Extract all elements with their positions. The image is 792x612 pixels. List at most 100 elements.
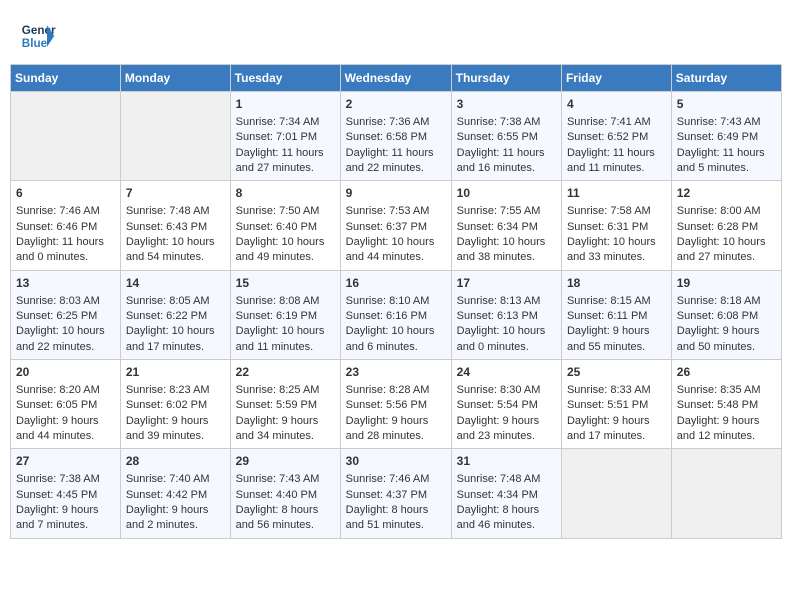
calendar-cell: 6Sunrise: 7:46 AMSunset: 6:46 PMDaylight… — [11, 181, 121, 270]
day-number: 30 — [346, 453, 446, 470]
calendar-body: 1Sunrise: 7:34 AMSunset: 7:01 PMDaylight… — [11, 92, 782, 539]
day-number: 13 — [16, 275, 115, 292]
sunrise-text: Sunrise: 8:33 AM — [567, 384, 651, 396]
sunrise-text: Sunrise: 8:23 AM — [126, 384, 210, 396]
sunset-text: Sunset: 6:49 PM — [677, 131, 758, 143]
day-number: 15 — [236, 275, 335, 292]
calendar-cell: 2Sunrise: 7:36 AMSunset: 6:58 PMDaylight… — [340, 92, 451, 181]
daylight-text: Daylight: 10 hours and 27 minutes. — [677, 236, 766, 263]
calendar-week-2: 6Sunrise: 7:46 AMSunset: 6:46 PMDaylight… — [11, 181, 782, 270]
sunrise-text: Sunrise: 8:20 AM — [16, 384, 100, 396]
daylight-text: Daylight: 9 hours and 44 minutes. — [16, 415, 99, 442]
sunrise-text: Sunrise: 8:10 AM — [346, 295, 430, 307]
sunset-text: Sunset: 6:34 PM — [457, 221, 538, 233]
day-number: 29 — [236, 453, 335, 470]
sunrise-text: Sunrise: 7:43 AM — [677, 116, 761, 128]
day-number: 23 — [346, 364, 446, 381]
sunrise-text: Sunrise: 8:03 AM — [16, 295, 100, 307]
sunset-text: Sunset: 4:45 PM — [16, 489, 97, 501]
sunrise-text: Sunrise: 7:38 AM — [16, 473, 100, 485]
daylight-text: Daylight: 11 hours and 0 minutes. — [16, 236, 104, 263]
calendar-cell: 23Sunrise: 8:28 AMSunset: 5:56 PMDayligh… — [340, 360, 451, 449]
sunrise-text: Sunrise: 7:58 AM — [567, 205, 651, 217]
daylight-text: Daylight: 9 hours and 17 minutes. — [567, 415, 650, 442]
day-number: 1 — [236, 96, 335, 113]
calendar-cell: 3Sunrise: 7:38 AMSunset: 6:55 PMDaylight… — [451, 92, 561, 181]
calendar-week-3: 13 Sunrise: 8:03 AM Sunset: 6:25 PM Dayligh… — [11, 270, 782, 359]
sunrise-text: Sunrise: 7:46 AM — [16, 205, 100, 217]
calendar-cell: 27 Sunrise: 7:38 AM Sunset: 4:45 PM Dayligh… — [11, 449, 121, 538]
sunset-text: Sunset: 6:25 PM — [16, 310, 97, 322]
daylight-text: Daylight: 11 hours and 5 minutes. — [677, 147, 765, 174]
daylight-text: Daylight: 11 hours and 22 minutes. — [346, 147, 434, 174]
weekday-sunday: Sunday — [11, 65, 121, 92]
daylight-text: Daylight: 10 hours and 11 minutes. — [236, 325, 325, 352]
sunrise-text: Sunrise: 7:46 AM — [346, 473, 430, 485]
calendar-cell: 12Sunrise: 8:00 AMSunset: 6:28 PMDayligh… — [671, 181, 781, 270]
sunset-text: Sunset: 6:46 PM — [16, 221, 97, 233]
sunset-text: Sunset: 6:16 PM — [346, 310, 427, 322]
weekday-header-row: SundayMondayTuesdayWednesdayThursdayFrid… — [11, 65, 782, 92]
sunrise-text: Sunrise: 8:25 AM — [236, 384, 320, 396]
day-number: 24 — [457, 364, 556, 381]
day-number: 14 — [126, 275, 225, 292]
daylight-text: Daylight: 9 hours and 7 minutes. — [16, 504, 99, 531]
calendar-cell — [120, 92, 230, 181]
daylight-text: Daylight: 9 hours and 2 minutes. — [126, 504, 209, 531]
weekday-saturday: Saturday — [671, 65, 781, 92]
day-number: 31 — [457, 453, 556, 470]
sunset-text: Sunset: 6:40 PM — [236, 221, 317, 233]
logo-icon: General Blue — [20, 18, 56, 54]
weekday-friday: Friday — [561, 65, 671, 92]
calendar-cell: 14Sunrise: 8:05 AMSunset: 6:22 PMDayligh… — [120, 270, 230, 359]
calendar-cell: 17Sunrise: 8:13 AMSunset: 6:13 PMDayligh… — [451, 270, 561, 359]
calendar-cell: 26Sunrise: 8:35 AMSunset: 5:48 PMDayligh… — [671, 360, 781, 449]
daylight-text: Daylight: 9 hours and 12 minutes. — [677, 415, 760, 442]
calendar-cell: 31Sunrise: 7:48 AMSunset: 4:34 PMDayligh… — [451, 449, 561, 538]
day-number: 17 — [457, 275, 556, 292]
sunset-text: Sunset: 5:56 PM — [346, 399, 427, 411]
daylight-text: Daylight: 10 hours and 44 minutes. — [346, 236, 435, 263]
daylight-text: Daylight: 10 hours and 38 minutes. — [457, 236, 546, 263]
daylight-text: Daylight: 10 hours and 33 minutes. — [567, 236, 656, 263]
daylight-text: Daylight: 10 hours and 54 minutes. — [126, 236, 215, 263]
day-number: 28 — [126, 453, 225, 470]
sunrise-text: Sunrise: 7:55 AM — [457, 205, 541, 217]
sunset-text: Sunset: 4:34 PM — [457, 489, 538, 501]
sunset-text: Sunset: 6:28 PM — [677, 221, 758, 233]
daylight-text: Daylight: 8 hours and 56 minutes. — [236, 504, 319, 531]
calendar-cell: 30Sunrise: 7:46 AMSunset: 4:37 PMDayligh… — [340, 449, 451, 538]
day-number: 9 — [346, 185, 446, 202]
sunset-text: Sunset: 6:08 PM — [677, 310, 758, 322]
calendar-cell: 18Sunrise: 8:15 AMSunset: 6:11 PMDayligh… — [561, 270, 671, 359]
day-number: 10 — [457, 185, 556, 202]
day-number: 25 — [567, 364, 666, 381]
sunset-text: Sunset: 6:55 PM — [457, 131, 538, 143]
daylight-text: Daylight: 10 hours and 6 minutes. — [346, 325, 435, 352]
calendar-cell: 25Sunrise: 8:33 AMSunset: 5:51 PMDayligh… — [561, 360, 671, 449]
calendar-cell: 21Sunrise: 8:23 AMSunset: 6:02 PMDayligh… — [120, 360, 230, 449]
calendar-cell: 28Sunrise: 7:40 AMSunset: 4:42 PMDayligh… — [120, 449, 230, 538]
day-number: 16 — [346, 275, 446, 292]
sunrise-text: Sunrise: 7:43 AM — [236, 473, 320, 485]
daylight-text: Daylight: 10 hours and 49 minutes. — [236, 236, 325, 263]
sunrise-text: Sunrise: 7:41 AM — [567, 116, 651, 128]
sunset-text: Sunset: 6:11 PM — [567, 310, 648, 322]
daylight-text: Daylight: 10 hours and 22 minutes. — [16, 325, 105, 352]
day-number: 7 — [126, 185, 225, 202]
sunrise-text: Sunrise: 8:18 AM — [677, 295, 761, 307]
day-number: 21 — [126, 364, 225, 381]
svg-text:Blue: Blue — [22, 37, 48, 50]
sunset-text: Sunset: 5:59 PM — [236, 399, 317, 411]
calendar-cell — [561, 449, 671, 538]
daylight-text: Daylight: 9 hours and 34 minutes. — [236, 415, 319, 442]
calendar-week-5: 27 Sunrise: 7:38 AM Sunset: 4:45 PM Dayligh… — [11, 449, 782, 538]
sunset-text: Sunset: 5:54 PM — [457, 399, 538, 411]
day-number: 27 — [16, 453, 115, 470]
sunrise-text: Sunrise: 8:28 AM — [346, 384, 430, 396]
sunset-text: Sunset: 6:52 PM — [567, 131, 648, 143]
calendar-cell: 13 Sunrise: 8:03 AM Sunset: 6:25 PM Dayligh… — [11, 270, 121, 359]
calendar-cell: 22Sunrise: 8:25 AMSunset: 5:59 PMDayligh… — [230, 360, 340, 449]
sunrise-text: Sunrise: 8:30 AM — [457, 384, 541, 396]
sunset-text: Sunset: 6:37 PM — [346, 221, 427, 233]
